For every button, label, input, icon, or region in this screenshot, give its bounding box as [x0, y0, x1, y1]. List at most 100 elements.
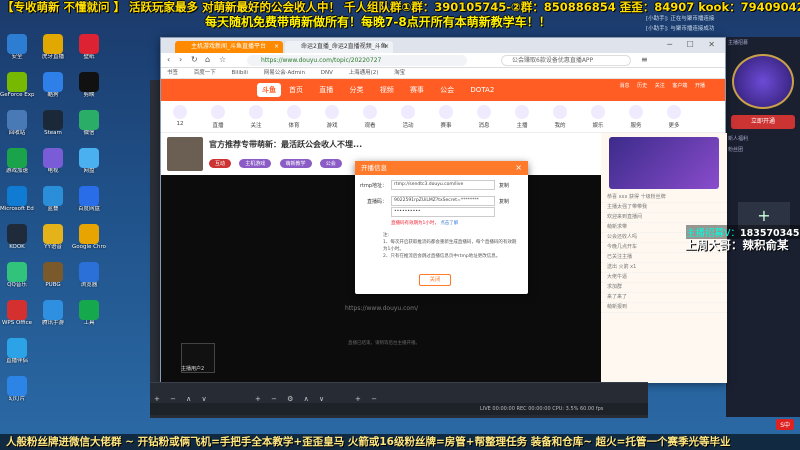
category-item[interactable]: 更多	[663, 105, 685, 129]
category-item[interactable]: 赛事	[435, 105, 457, 129]
rtmp-field[interactable]: rtmp://sendtc3.douyu.com/live	[391, 180, 495, 190]
copy-button[interactable]: 复制	[499, 182, 509, 189]
desktop-shortcut[interactable]: WPS Office	[0, 300, 34, 336]
bookmark[interactable]: 书签	[167, 70, 178, 76]
header-icon[interactable]: 关注	[655, 82, 665, 89]
desktop-shortcut[interactable]: 回收站	[0, 110, 34, 146]
category-label: 我的	[554, 123, 566, 129]
home-icon[interactable]: ⌂	[205, 55, 210, 64]
category-item[interactable]: 我的	[549, 105, 571, 129]
desktop-shortcut[interactable]: PUBG	[36, 262, 70, 298]
desktop-shortcut[interactable]: 直播伴侣	[0, 338, 34, 374]
tab-active[interactable]: 主机游戏新闻_斗鱼直播平台 ×	[175, 41, 283, 53]
category-item[interactable]: 直播	[207, 105, 229, 129]
reload-icon[interactable]: ↻	[191, 55, 198, 64]
address-bar[interactable]: https://www.douyu.com/topic/20220727	[247, 55, 467, 66]
bookmark[interactable]: Bilibili	[232, 70, 248, 76]
tag[interactable]: 公会	[319, 159, 342, 168]
desktop-shortcut[interactable]: 虎牙直播	[36, 34, 70, 70]
desktop-shortcut[interactable]: 壁纸	[72, 34, 106, 70]
close-icon[interactable]: ×	[384, 41, 389, 53]
star-icon[interactable]: ☆	[219, 55, 226, 64]
desktop-shortcut[interactable]: KOOK	[0, 224, 34, 260]
header-icon[interactable]: 消息	[620, 82, 630, 89]
window-controls[interactable]: ─ ☐ ✕	[667, 40, 721, 49]
category-item[interactable]: 游戏	[321, 105, 343, 129]
close-icon[interactable]: ×	[274, 41, 279, 53]
menu-icon[interactable]: ≡	[641, 55, 648, 64]
desktop-shortcut[interactable]: 网盘	[72, 148, 106, 184]
bookmark[interactable]: DNV	[321, 70, 333, 76]
desktop-shortcut[interactable]: 剪映	[72, 72, 106, 108]
desktop-shortcut[interactable]: 电视	[36, 148, 70, 184]
nav-item[interactable]: 直播	[319, 86, 333, 94]
category-item[interactable]: 观看	[359, 105, 381, 129]
tag[interactable]: 萌新教学	[279, 159, 312, 168]
category-item[interactable]: 娱乐	[587, 105, 609, 129]
streamer-avatar[interactable]	[167, 137, 203, 171]
tag[interactable]: 互动	[209, 159, 232, 168]
category-item[interactable]: 体育	[283, 105, 305, 129]
douyu-logo[interactable]: 斗鱼	[257, 83, 281, 97]
header-icon[interactable]: 历史	[637, 82, 647, 89]
copy-button[interactable]: 复制	[499, 198, 509, 205]
rank-card[interactable]	[609, 137, 719, 189]
desktop-shortcut[interactable]: 百度网盘	[72, 186, 106, 222]
category-item[interactable]: 主播	[511, 105, 533, 129]
back-icon[interactable]: ‹	[167, 55, 170, 64]
search-input[interactable]: 公会赚取6款设备优惠直播APP	[501, 55, 631, 66]
close-button[interactable]: 关闭	[419, 274, 451, 286]
desktop-shortcut[interactable]: 工具	[72, 300, 106, 336]
desktop-shortcut[interactable]: 安全	[0, 34, 34, 70]
tab-inactive[interactable]: 命运2直播_命运2直播视频_斗鱼 ×	[285, 41, 393, 53]
desktop-shortcut[interactable]: 浏览器	[72, 262, 106, 298]
close-icon[interactable]: ×	[515, 161, 522, 175]
category-item[interactable]: 活动	[397, 105, 419, 129]
learn-more-link[interactable]: 点击了解	[440, 221, 458, 226]
douyu-nav: 首页 直播 分类 视频 赛事 公会 DOTA2	[289, 79, 508, 101]
open-button[interactable]: 立即开通	[731, 115, 795, 129]
forward-icon[interactable]: ›	[179, 55, 182, 64]
shortcut-label: Microsoft Edge	[0, 206, 34, 212]
tag[interactable]: 主机游戏	[239, 159, 272, 168]
bookmark[interactable]: 淘宝	[394, 70, 405, 76]
nav-item[interactable]: DOTA2	[470, 86, 494, 94]
bookmark[interactable]: 上海通用(2)	[349, 70, 379, 76]
nav-item[interactable]: 赛事	[410, 86, 424, 94]
header-icon[interactable]: 开播	[695, 82, 705, 89]
obs-controls[interactable]: + − ∧ ∨	[154, 395, 211, 403]
nav-item[interactable]: 视频	[380, 86, 394, 94]
desktop-shortcut[interactable]: 微信	[72, 110, 106, 146]
kook-icon	[7, 224, 27, 244]
desktop-shortcut[interactable]: Microsoft Edge	[0, 186, 34, 222]
obs-controls[interactable]: + −	[355, 395, 381, 403]
desktop-shortcut[interactable]: 游戏加速	[0, 148, 34, 184]
code-mask-field[interactable]: ••••••••••	[391, 207, 495, 217]
desktop-shortcut[interactable]: 蓝叠	[36, 186, 70, 222]
shortcut-label: PUBG	[45, 282, 61, 288]
obs-controls[interactable]: + − ⚙ ∧ ∨	[255, 395, 328, 403]
nav-item[interactable]: 分类	[349, 86, 363, 94]
header-icon[interactable]: 客户端	[672, 82, 687, 89]
code-field[interactable]: 9022591rpZUiLMZ?txSecret=********	[391, 196, 495, 206]
stream-info-modal: 开播信息 × rtmp地址： rtmp://sendtc3.douyu.com/…	[355, 161, 528, 294]
category-item[interactable]: 关注	[245, 105, 267, 129]
desktop-shortcut[interactable]: 酷狗	[36, 72, 70, 108]
huya-icon	[43, 34, 63, 54]
desktop-shortcut[interactable]: Steam	[36, 110, 70, 146]
desktop-shortcut[interactable]: QQ音乐	[0, 262, 34, 298]
nav-item[interactable]: 公会	[440, 86, 454, 94]
desktop-shortcut[interactable]: 腾讯手游	[36, 300, 70, 336]
desktop-shortcut[interactable]: YY语音	[36, 224, 70, 260]
desktop-shortcut[interactable]: Google Chrome	[72, 224, 106, 260]
bookmark[interactable]: 网易公会·Admin	[264, 70, 305, 76]
shortcut-label: 游戏加速	[5, 168, 28, 174]
category-item[interactable]: 12	[169, 105, 191, 127]
category-icon	[211, 105, 225, 119]
desktop-shortcut[interactable]: 幻灯片	[0, 376, 34, 412]
desktop-shortcut[interactable]: GeForce Experience	[0, 72, 34, 108]
nav-item[interactable]: 首页	[289, 86, 303, 94]
bookmark[interactable]: 百度一下	[194, 70, 216, 76]
category-item[interactable]: 消息	[473, 105, 495, 129]
category-item[interactable]: 服务	[625, 105, 647, 129]
